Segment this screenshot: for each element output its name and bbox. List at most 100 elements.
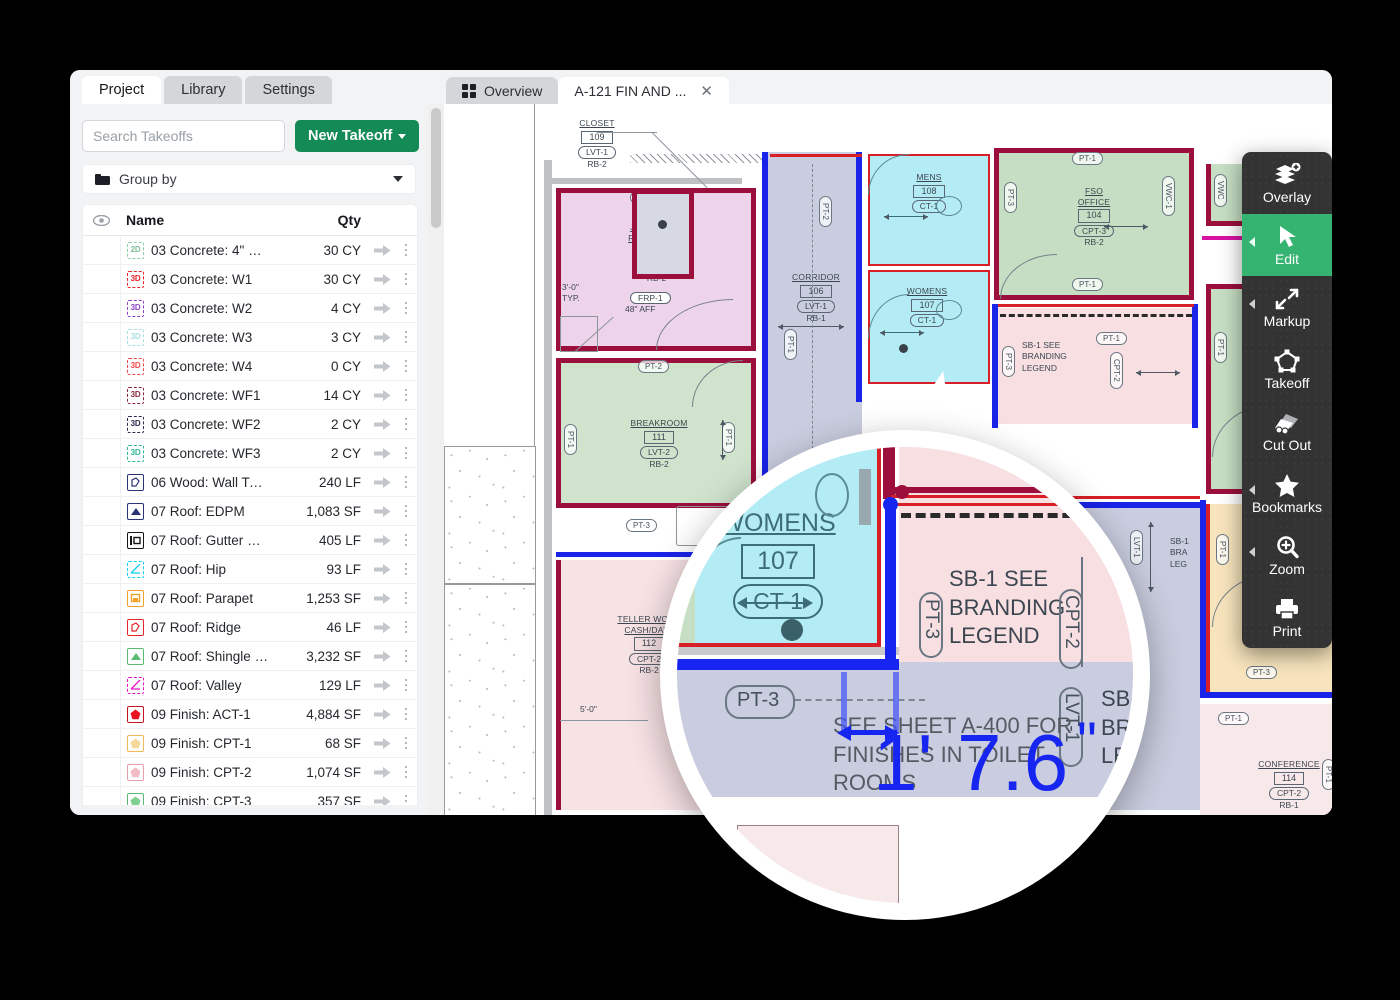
table-row[interactable]: 3D03 Concrete: W33 CY [83, 323, 417, 352]
table-row[interactable]: 3D03 Concrete: W130 CY [83, 265, 417, 294]
row-menu-icon[interactable] [395, 273, 417, 286]
visibility-toggle[interactable] [83, 758, 121, 786]
go-to-takeoff-icon[interactable] [369, 592, 395, 605]
table-row[interactable]: 09 Finish: CPT-168 SF [83, 729, 417, 758]
tab-settings[interactable]: Settings [245, 76, 331, 104]
go-to-takeoff-icon[interactable] [369, 708, 395, 721]
visibility-toggle[interactable] [83, 671, 121, 699]
visibility-toggle[interactable] [83, 236, 121, 264]
table-row[interactable]: 09 Finish: CPT-21,074 SF [83, 758, 417, 787]
flyout-arrow-icon[interactable] [1249, 547, 1255, 557]
row-menu-icon[interactable] [395, 360, 417, 373]
visibility-toggle[interactable] [83, 497, 121, 525]
visibility-toggle[interactable] [83, 439, 121, 467]
tab-overview[interactable]: Overview [446, 77, 558, 104]
table-row[interactable]: 3D03 Concrete: WF32 CY [83, 439, 417, 468]
row-menu-icon[interactable] [395, 389, 417, 402]
table-row[interactable]: 2D03 Concrete: 4" Floor Sl...30 CY [83, 236, 417, 265]
row-menu-icon[interactable] [395, 534, 417, 547]
visibility-toggle[interactable] [83, 381, 121, 409]
go-to-takeoff-icon[interactable] [369, 389, 395, 402]
tab-sheet-a121[interactable]: A-121 FIN AND ... ✕ [558, 77, 729, 104]
visibility-toggle[interactable] [83, 265, 121, 293]
table-row[interactable]: 07 Roof: Hip93 LF [83, 555, 417, 584]
row-menu-icon[interactable] [395, 563, 417, 576]
row-menu-icon[interactable] [395, 679, 417, 692]
table-row[interactable]: 07 Roof: Parapet1,253 SF [83, 584, 417, 613]
visibility-toggle[interactable] [83, 729, 121, 757]
go-to-takeoff-icon[interactable] [369, 737, 395, 750]
tab-library[interactable]: Library [164, 76, 242, 104]
new-takeoff-button[interactable]: New Takeoff [295, 120, 419, 152]
go-to-takeoff-icon[interactable] [369, 273, 395, 286]
row-menu-icon[interactable] [395, 621, 417, 634]
flyout-arrow-icon[interactable] [1249, 485, 1255, 495]
vertical-scrollbar[interactable] [428, 104, 445, 815]
table-row[interactable]: 07 Roof: Ridge46 LF [83, 613, 417, 642]
go-to-takeoff-icon[interactable] [369, 650, 395, 663]
visibility-toggle[interactable] [83, 700, 121, 728]
visibility-toggle[interactable] [83, 787, 121, 805]
row-menu-icon[interactable] [395, 708, 417, 721]
table-row[interactable]: 09 Finish: CPT-3357 SF [83, 787, 417, 805]
table-row[interactable]: 07 Roof: Gutter & Down...405 LF [83, 526, 417, 555]
visibility-toggle[interactable] [83, 468, 121, 496]
close-icon[interactable]: ✕ [700, 82, 713, 100]
row-menu-icon[interactable] [395, 447, 417, 460]
visibility-toggle-all[interactable] [83, 215, 120, 226]
visibility-toggle[interactable] [83, 642, 121, 670]
row-menu-icon[interactable] [395, 795, 417, 805]
row-menu-icon[interactable] [395, 505, 417, 518]
tool-overlay[interactable]: Overlay [1242, 152, 1332, 214]
search-input[interactable] [82, 120, 285, 152]
table-row[interactable]: 09 Finish: ACT-14,884 SF [83, 700, 417, 729]
row-menu-icon[interactable] [395, 331, 417, 344]
table-row[interactable]: 3D03 Concrete: WF22 CY [83, 410, 417, 439]
go-to-takeoff-icon[interactable] [369, 505, 395, 518]
table-row[interactable]: 07 Roof: Valley129 LF [83, 671, 417, 700]
visibility-toggle[interactable] [83, 352, 121, 380]
row-menu-icon[interactable] [395, 650, 417, 663]
table-row[interactable]: 3D03 Concrete: WF114 CY [83, 381, 417, 410]
flyout-arrow-icon[interactable] [1249, 299, 1255, 309]
row-menu-icon[interactable] [395, 476, 417, 489]
go-to-takeoff-icon[interactable] [369, 534, 395, 547]
row-menu-icon[interactable] [395, 737, 417, 750]
table-row[interactable]: 07 Roof: Shingle Roof3,232 SF [83, 642, 417, 671]
go-to-takeoff-icon[interactable] [369, 679, 395, 692]
visibility-toggle[interactable] [83, 613, 121, 641]
go-to-takeoff-icon[interactable] [369, 331, 395, 344]
visibility-toggle[interactable] [83, 294, 121, 322]
table-row[interactable]: 06 Wood: Wall Type Ext...240 LF [83, 468, 417, 497]
flyout-arrow-icon[interactable] [1249, 237, 1255, 247]
go-to-takeoff-icon[interactable] [369, 447, 395, 460]
scrollbar-thumb[interactable] [431, 108, 441, 228]
visibility-toggle[interactable] [83, 526, 121, 554]
tool-edit[interactable]: Edit [1242, 214, 1332, 276]
row-menu-icon[interactable] [395, 592, 417, 605]
visibility-toggle[interactable] [83, 555, 121, 583]
tool-cut-out[interactable]: Cut Out [1242, 400, 1332, 462]
visibility-toggle[interactable] [83, 584, 121, 612]
row-menu-icon[interactable] [395, 244, 417, 257]
visibility-toggle[interactable] [83, 323, 121, 351]
table-row[interactable]: 3D03 Concrete: W40 CY [83, 352, 417, 381]
tool-zoom[interactable]: Zoom [1242, 524, 1332, 586]
table-row[interactable]: 3D03 Concrete: W24 CY [83, 294, 417, 323]
tab-project[interactable]: Project [82, 76, 161, 104]
row-menu-icon[interactable] [395, 302, 417, 315]
tool-takeoff[interactable]: Takeoff [1242, 338, 1332, 400]
visibility-toggle[interactable] [83, 410, 121, 438]
go-to-takeoff-icon[interactable] [369, 476, 395, 489]
table-row[interactable]: 07 Roof: EDPM1,083 SF [83, 497, 417, 526]
go-to-takeoff-icon[interactable] [369, 795, 395, 806]
go-to-takeoff-icon[interactable] [369, 244, 395, 257]
go-to-takeoff-icon[interactable] [369, 302, 395, 315]
group-by-dropdown[interactable]: Group by [82, 164, 416, 194]
go-to-takeoff-icon[interactable] [369, 418, 395, 431]
go-to-takeoff-icon[interactable] [369, 563, 395, 576]
row-menu-icon[interactable] [395, 418, 417, 431]
go-to-takeoff-icon[interactable] [369, 766, 395, 779]
tool-print[interactable]: Print [1242, 586, 1332, 648]
go-to-takeoff-icon[interactable] [369, 621, 395, 634]
